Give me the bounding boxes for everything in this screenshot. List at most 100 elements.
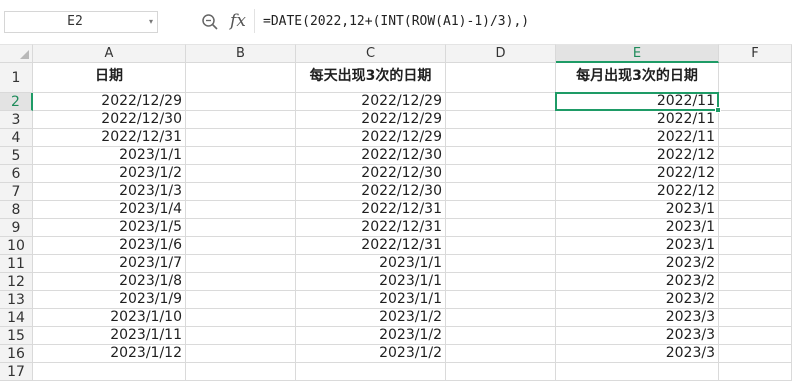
cell-b2[interactable] xyxy=(186,93,296,111)
row-header[interactable]: 9 xyxy=(0,219,33,237)
row-header[interactable]: 11 xyxy=(0,255,33,273)
chevron-down-icon[interactable]: ▾ xyxy=(149,12,153,32)
cell-d15[interactable] xyxy=(446,327,556,345)
cell-e15[interactable]: 2023/3 xyxy=(556,327,719,345)
cell-f10[interactable] xyxy=(719,237,792,255)
row-header[interactable]: 5 xyxy=(0,147,33,165)
cell-e2[interactable]: 2022/11 xyxy=(556,93,719,111)
formula-input[interactable]: =DATE(2022,12+(INT(ROW(A1)-1)/3),) xyxy=(263,11,529,33)
cell-c13[interactable]: 2023/1/1 xyxy=(296,291,446,309)
cell-b17[interactable] xyxy=(186,363,296,381)
cell-a13[interactable]: 2023/1/9 xyxy=(33,291,186,309)
row-header[interactable]: 14 xyxy=(0,309,33,327)
cell-e11[interactable]: 2023/2 xyxy=(556,255,719,273)
cell-a6[interactable]: 2023/1/2 xyxy=(33,165,186,183)
cell-f1[interactable] xyxy=(719,63,792,93)
row-header[interactable]: 1 xyxy=(0,63,33,93)
cell-d2[interactable] xyxy=(446,93,556,111)
row-header[interactable]: 10 xyxy=(0,237,33,255)
cell-c5[interactable]: 2022/12/30 xyxy=(296,147,446,165)
zoom-icon[interactable] xyxy=(201,13,219,31)
cell-f14[interactable] xyxy=(719,309,792,327)
cell-d9[interactable] xyxy=(446,219,556,237)
cell-b15[interactable] xyxy=(186,327,296,345)
cell-c7[interactable]: 2022/12/30 xyxy=(296,183,446,201)
cell-c15[interactable]: 2023/1/2 xyxy=(296,327,446,345)
row-header[interactable]: 13 xyxy=(0,291,33,309)
cell-b1[interactable] xyxy=(186,63,296,93)
cell-b6[interactable] xyxy=(186,165,296,183)
cell-d10[interactable] xyxy=(446,237,556,255)
cell-b12[interactable] xyxy=(186,273,296,291)
cell-f6[interactable] xyxy=(719,165,792,183)
cell-b4[interactable] xyxy=(186,129,296,147)
cell-f13[interactable] xyxy=(719,291,792,309)
row-header[interactable]: 6 xyxy=(0,165,33,183)
cell-b14[interactable] xyxy=(186,309,296,327)
column-header-f[interactable]: F xyxy=(719,44,792,63)
cell-c6[interactable]: 2022/12/30 xyxy=(296,165,446,183)
cell-a8[interactable]: 2023/1/4 xyxy=(33,201,186,219)
cell-c4[interactable]: 2022/12/29 xyxy=(296,129,446,147)
row-header[interactable]: 17 xyxy=(0,363,33,381)
cell-a16[interactable]: 2023/1/12 xyxy=(33,345,186,363)
cell-e10[interactable]: 2023/1 xyxy=(556,237,719,255)
cell-d1[interactable] xyxy=(446,63,556,93)
select-all-corner[interactable] xyxy=(0,44,33,63)
function-icon[interactable]: fx xyxy=(228,10,248,32)
cell-f17[interactable] xyxy=(719,363,792,381)
cell-d7[interactable] xyxy=(446,183,556,201)
cell-e7[interactable]: 2022/12 xyxy=(556,183,719,201)
cell-f3[interactable] xyxy=(719,111,792,129)
row-header[interactable]: 16 xyxy=(0,345,33,363)
cell-c16[interactable]: 2023/1/2 xyxy=(296,345,446,363)
row-header[interactable]: 15 xyxy=(0,327,33,345)
cell-b16[interactable] xyxy=(186,345,296,363)
cell-c10[interactable]: 2022/12/31 xyxy=(296,237,446,255)
cell-c17[interactable] xyxy=(296,363,446,381)
cell-d3[interactable] xyxy=(446,111,556,129)
cell-a9[interactable]: 2023/1/5 xyxy=(33,219,186,237)
cell-f8[interactable] xyxy=(719,201,792,219)
cell-d5[interactable] xyxy=(446,147,556,165)
cell-c1[interactable]: 每天出现3次的日期 xyxy=(296,63,446,93)
cell-c2[interactable]: 2022/12/29 xyxy=(296,93,446,111)
cell-a1[interactable]: 日期 xyxy=(33,63,186,93)
cell-f5[interactable] xyxy=(719,147,792,165)
cell-d8[interactable] xyxy=(446,201,556,219)
cell-a3[interactable]: 2022/12/30 xyxy=(33,111,186,129)
cell-c9[interactable]: 2022/12/31 xyxy=(296,219,446,237)
cell-b11[interactable] xyxy=(186,255,296,273)
cell-a5[interactable]: 2023/1/1 xyxy=(33,147,186,165)
row-header[interactable]: 3 xyxy=(0,111,33,129)
cell-c8[interactable]: 2022/12/31 xyxy=(296,201,446,219)
cell-b10[interactable] xyxy=(186,237,296,255)
cell-e14[interactable]: 2023/3 xyxy=(556,309,719,327)
row-header[interactable]: 2 xyxy=(0,93,33,111)
cell-b3[interactable] xyxy=(186,111,296,129)
cell-e8[interactable]: 2023/1 xyxy=(556,201,719,219)
cell-d4[interactable] xyxy=(446,129,556,147)
cell-d12[interactable] xyxy=(446,273,556,291)
column-header-d[interactable]: D xyxy=(446,44,556,63)
cell-c14[interactable]: 2023/1/2 xyxy=(296,309,446,327)
cell-e12[interactable]: 2023/2 xyxy=(556,273,719,291)
cell-d13[interactable] xyxy=(446,291,556,309)
cell-d14[interactable] xyxy=(446,309,556,327)
cell-d17[interactable] xyxy=(446,363,556,381)
cell-a15[interactable]: 2023/1/11 xyxy=(33,327,186,345)
fill-handle[interactable] xyxy=(715,107,721,113)
row-header[interactable]: 7 xyxy=(0,183,33,201)
cell-c12[interactable]: 2023/1/1 xyxy=(296,273,446,291)
row-header[interactable]: 8 xyxy=(0,201,33,219)
cell-f7[interactable] xyxy=(719,183,792,201)
cell-f12[interactable] xyxy=(719,273,792,291)
row-header[interactable]: 4 xyxy=(0,129,33,147)
cell-e13[interactable]: 2023/2 xyxy=(556,291,719,309)
cell-b5[interactable] xyxy=(186,147,296,165)
cell-d11[interactable] xyxy=(446,255,556,273)
cell-e9[interactable]: 2023/1 xyxy=(556,219,719,237)
cell-a10[interactable]: 2023/1/6 xyxy=(33,237,186,255)
cell-a11[interactable]: 2023/1/7 xyxy=(33,255,186,273)
cell-a4[interactable]: 2022/12/31 xyxy=(33,129,186,147)
